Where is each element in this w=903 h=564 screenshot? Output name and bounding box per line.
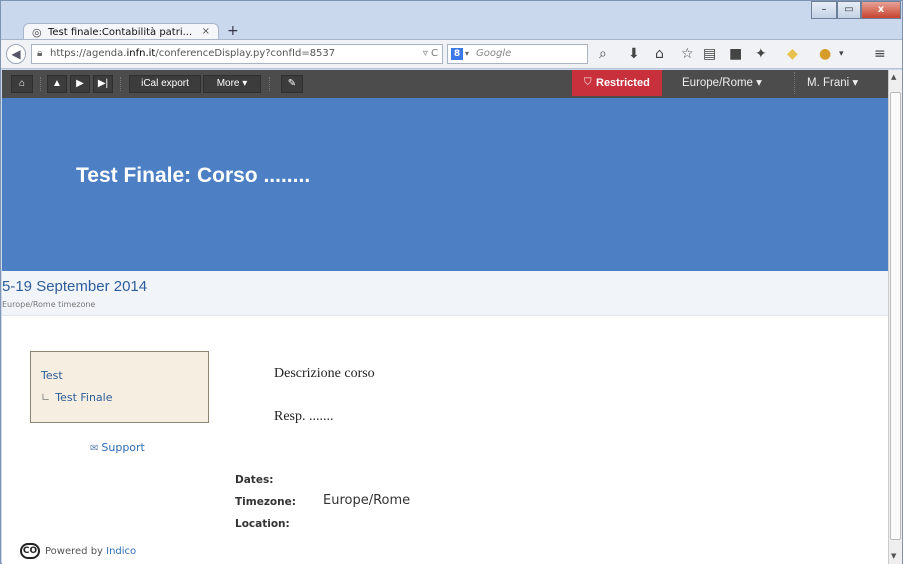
timezone-label: Timezone:	[235, 496, 296, 508]
menu-item-test-finale[interactable]: ∟ Test Finale	[41, 391, 113, 404]
timezone-note: Europe/Rome timezone	[2, 300, 96, 309]
close-window-button[interactable]: x	[861, 1, 901, 19]
minimize-button[interactable]: –	[811, 1, 837, 19]
timezone-value: Europe/Rome	[323, 493, 411, 508]
maximize-button[interactable]: ▭	[837, 1, 861, 19]
support-link[interactable]: ✉ Support	[90, 441, 145, 454]
menu-icon[interactable]: ≡	[874, 47, 886, 61]
last-button[interactable]: ▶|	[93, 75, 113, 93]
lock-icon: 🔒︎	[37, 48, 43, 59]
more-label: More	[216, 78, 240, 89]
tab-close-icon[interactable]: ×	[202, 26, 210, 37]
reading-list-icon[interactable]: ▤	[703, 47, 716, 61]
indico-toolbar: ⌂ ▲ ▶ ▶| iCal export More ▾ ✎ ⛉ Restrict…	[2, 70, 888, 98]
chevron-down-icon: ▾	[852, 77, 859, 89]
scrollbar-thumb[interactable]	[890, 92, 901, 540]
indico-logo-icon: CO	[20, 543, 40, 559]
powered-text: Powered by	[45, 546, 107, 557]
separator	[40, 77, 41, 91]
pocket-icon[interactable]: ■	[729, 47, 742, 61]
chevron-down-icon: ▾	[465, 49, 470, 58]
url-path: /conferenceDisplay.py?confId=8537	[155, 48, 336, 59]
navigation-bar: ◀ 🔒︎ https://agenda.infn.it/conferenceDi…	[1, 39, 902, 69]
restricted-badge: ⛉ Restricted	[572, 70, 662, 96]
indico-link[interactable]: Indico	[106, 546, 136, 557]
scroll-down-icon[interactable]: ▼	[891, 552, 896, 560]
url-domain: infn.it	[126, 48, 156, 59]
envelope-icon: ✉	[90, 443, 99, 454]
menu-item-test[interactable]: Test	[41, 369, 63, 382]
timezone-label: Europe/Rome	[682, 77, 753, 89]
browser-window: ◎ Test finale:Contabilità patri... × + –…	[0, 0, 903, 564]
more-button[interactable]: More ▾	[203, 75, 261, 93]
menu-item-label: Test Finale	[55, 391, 113, 404]
timezone-selector[interactable]: Europe/Rome ▾	[682, 70, 762, 96]
sync-icon[interactable]: ●	[819, 47, 831, 61]
new-tab-button[interactable]: +	[227, 23, 239, 39]
support-label: Support	[101, 441, 145, 454]
search-engine-icon[interactable]: 8	[451, 48, 463, 60]
back-arrow-icon: ◀	[11, 47, 21, 61]
restricted-label: Restricted	[596, 77, 650, 89]
chevron-down-icon: ▾	[756, 77, 762, 89]
reload-icon[interactable]: ▿ C	[423, 45, 438, 63]
url-prefix: https://agenda.	[50, 48, 127, 59]
play-icon: ▶	[76, 78, 84, 89]
home-icon[interactable]: ⌂	[655, 47, 664, 61]
chevron-down-icon: ▾	[242, 78, 248, 89]
page-content: ⌂ ▲ ▶ ▶| iCal export More ▾ ✎ ⛉ Restrict…	[2, 70, 888, 564]
pencil-icon: ✎	[287, 78, 297, 89]
star-icon[interactable]: ☆	[681, 47, 694, 61]
ical-export-button[interactable]: iCal export	[129, 75, 201, 93]
vertical-scrollbar[interactable]: ▲ ▼	[888, 70, 902, 564]
next-button[interactable]: ▶	[70, 75, 90, 93]
responsible-line: Resp. .......	[274, 409, 334, 424]
indico-favicon-icon: ◎	[32, 26, 42, 39]
chevron-down-icon[interactable]: ▾	[839, 47, 844, 61]
event-menu: Test ∟ Test Finale	[30, 351, 209, 423]
notes-icon[interactable]: ◆	[787, 47, 798, 61]
separator	[794, 72, 795, 94]
url-bar[interactable]: 🔒︎ https://agenda.infn.it/conferenceDisp…	[31, 44, 443, 64]
home-icon: ⌂	[18, 78, 26, 89]
description-line: Descrizione corso	[274, 366, 375, 381]
up-button[interactable]: ▲	[47, 75, 67, 93]
event-banner: Test Finale: Corso ........	[2, 98, 888, 271]
event-title: Test Finale: Corso ........	[76, 164, 311, 187]
separator	[269, 77, 270, 91]
date-bar: 5-19 September 2014 Europe/Rome timezone	[2, 271, 888, 316]
edit-button[interactable]: ✎	[281, 75, 303, 93]
separator	[120, 77, 121, 91]
tab-title: Test finale:Contabilità patri...	[48, 27, 193, 38]
user-menu[interactable]: M. Frani ▾	[807, 70, 858, 96]
scroll-up-icon[interactable]: ▲	[891, 73, 896, 81]
event-dates: 5-19 September 2014	[2, 278, 148, 295]
home-button[interactable]: ⌂	[11, 75, 33, 93]
addon-icon[interactable]: ✦	[755, 47, 767, 61]
search-bar[interactable]: 8 ▾ Google	[447, 44, 588, 64]
title-bar: ◎ Test finale:Contabilità patri... × + –…	[1, 1, 902, 41]
up-arrow-icon: ▲	[52, 78, 62, 89]
location-label: Location:	[235, 518, 290, 530]
search-placeholder: Google	[476, 48, 512, 59]
shield-icon: ⛉	[584, 77, 592, 88]
search-icon[interactable]: ⌕	[599, 47, 607, 61]
user-label: M. Frani	[807, 77, 850, 89]
skip-end-icon: ▶|	[97, 78, 109, 89]
powered-by-footer: CO Powered by Indico	[20, 543, 136, 559]
back-button[interactable]: ◀	[6, 44, 26, 64]
tree-corner-icon: ∟	[41, 391, 51, 404]
download-icon[interactable]: ⬇	[628, 47, 640, 61]
dates-label: Dates:	[235, 474, 274, 486]
